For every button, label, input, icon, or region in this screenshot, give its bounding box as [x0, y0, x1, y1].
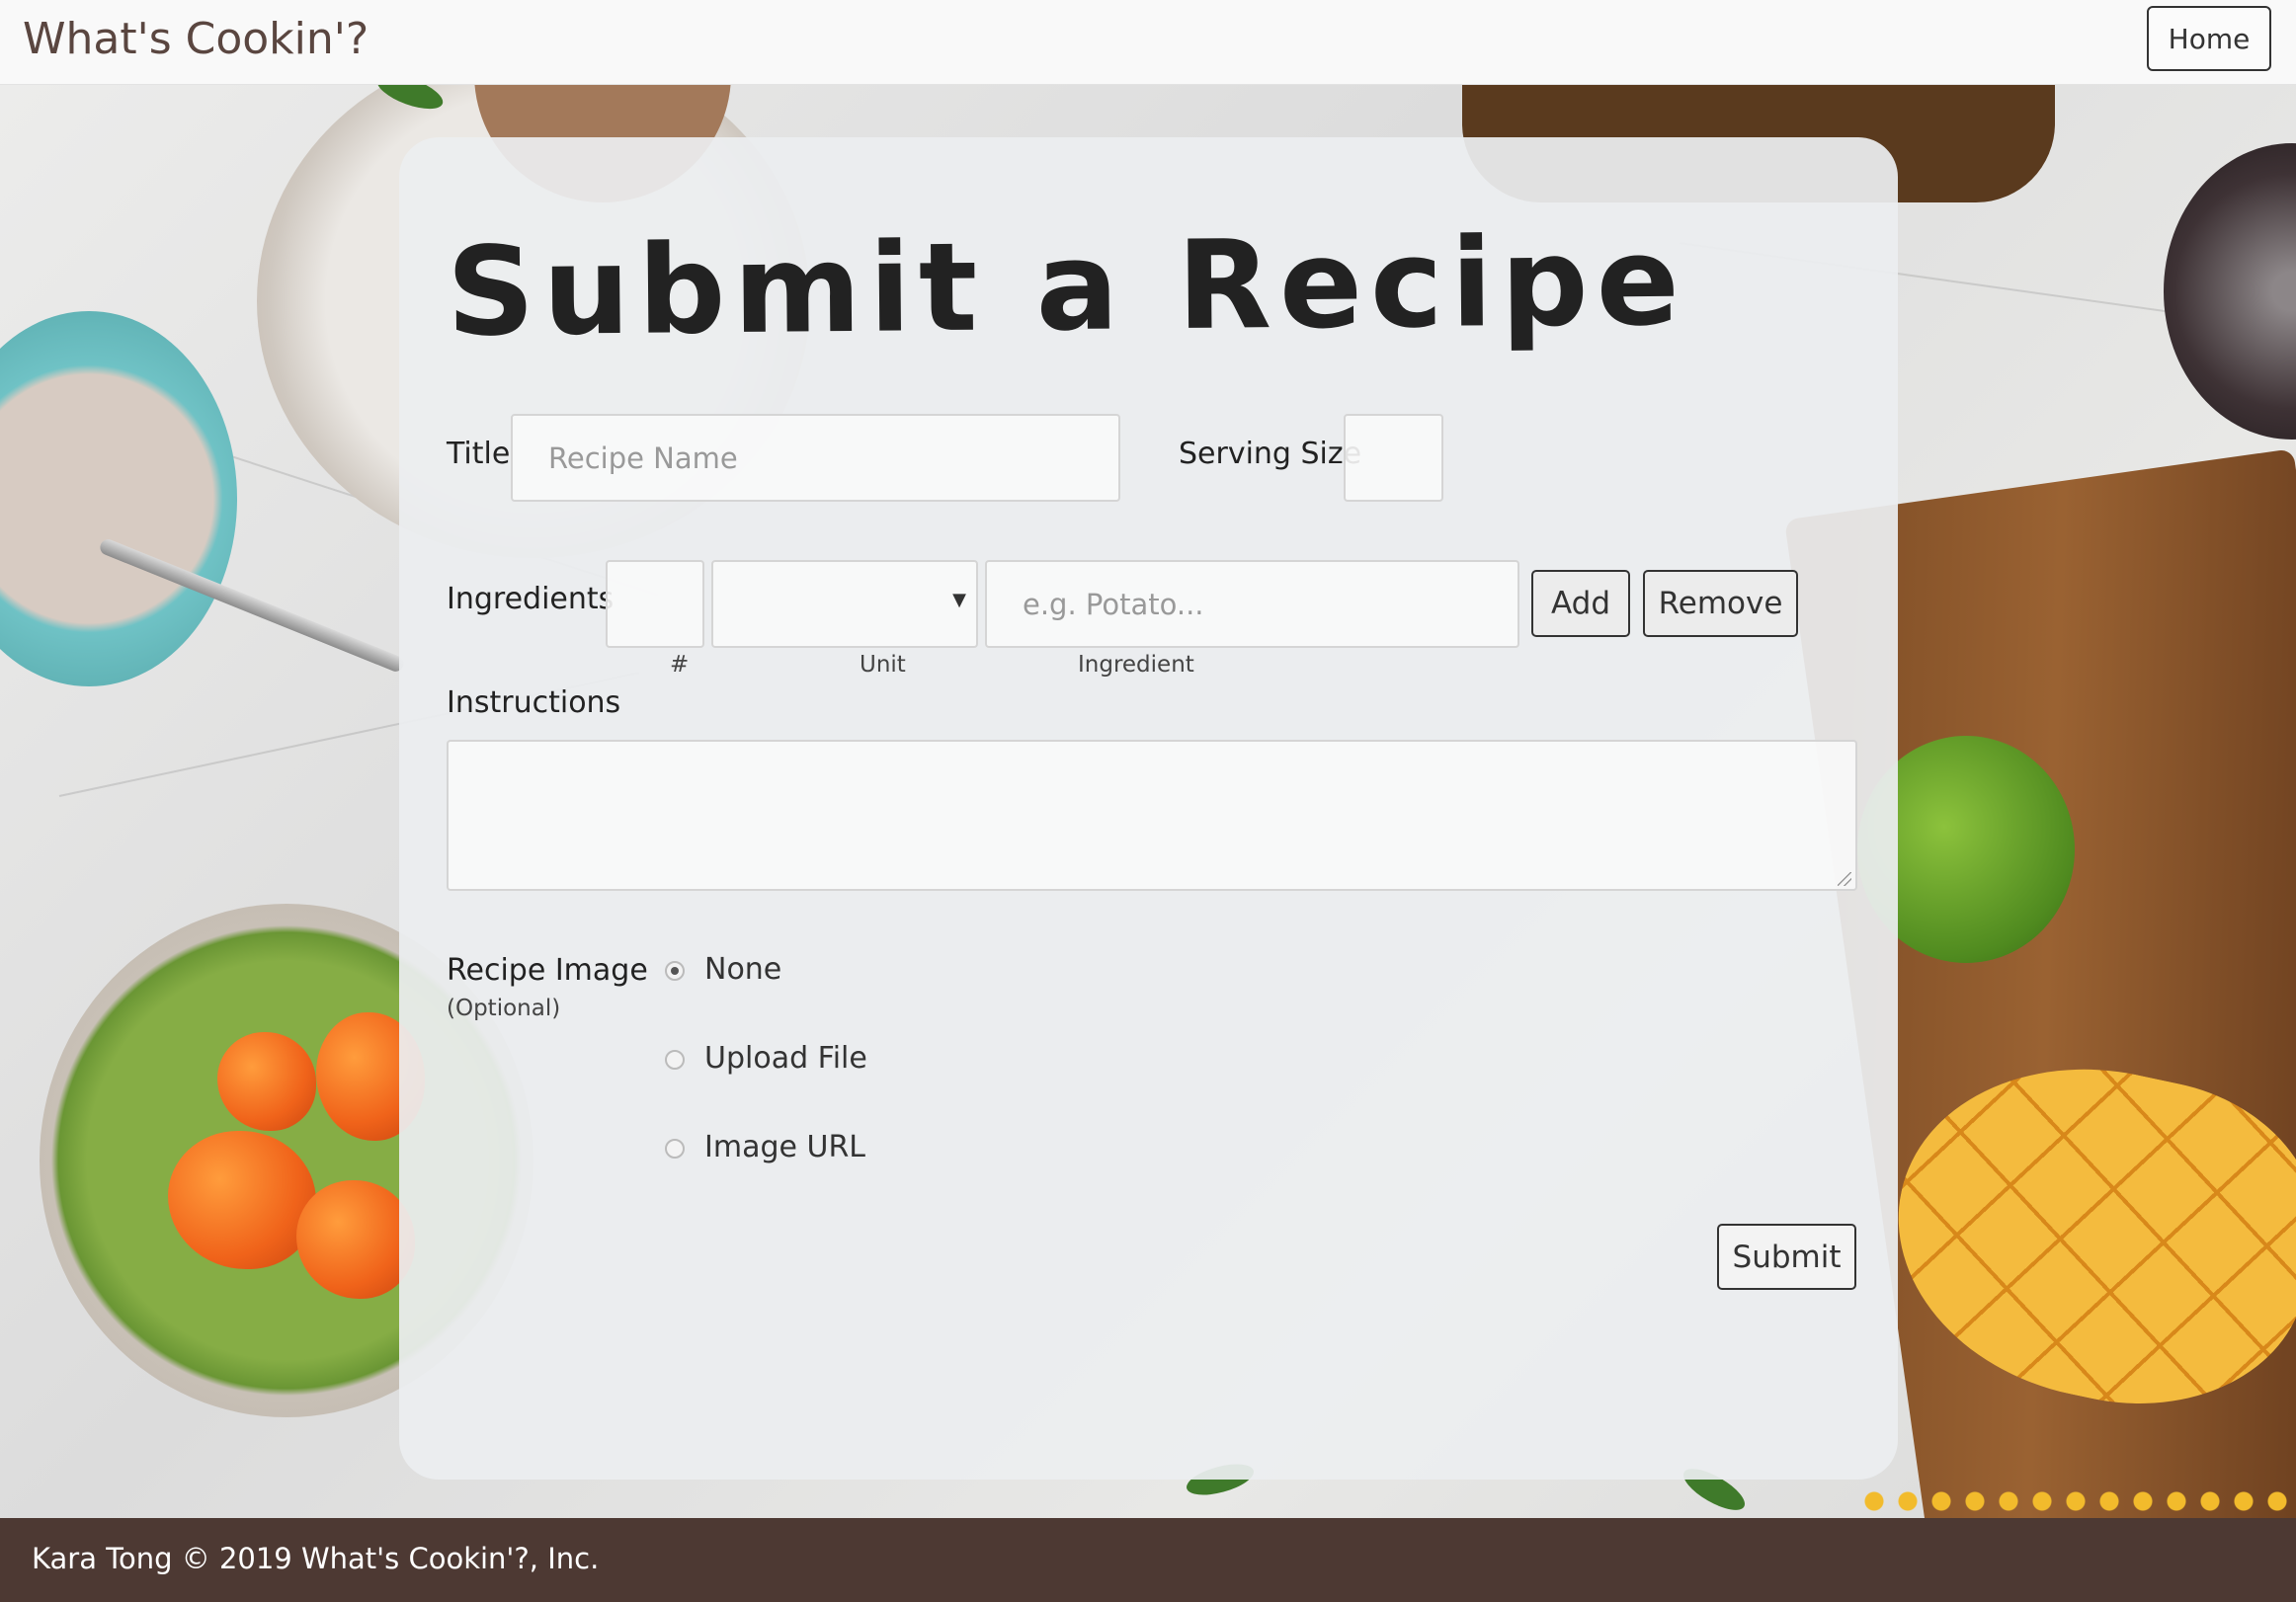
recipe-form-card: Submit a Recipe Title Recipe Name Servin…	[399, 137, 1898, 1480]
radio-image-none-label[interactable]: None	[704, 952, 781, 987]
recipe-image-optional-note: (Optional)	[447, 996, 561, 1021]
dropdown-caret-icon: ▼	[952, 590, 966, 610]
brand-logo-text[interactable]: What's Cookin'?	[23, 14, 369, 64]
footer: Kara Tong © 2019 What's Cookin'?, Inc.	[0, 1518, 2296, 1602]
home-button[interactable]: Home	[2147, 6, 2271, 71]
title-label: Title	[447, 437, 511, 471]
ingredient-caption: Ingredient	[1078, 652, 1194, 678]
recipe-image-label: Recipe Image	[447, 953, 648, 988]
footer-copyright: Kara Tong © 2019 What's Cookin'?, Inc.	[32, 1542, 600, 1575]
add-ingredient-button[interactable]: Add	[1531, 570, 1630, 637]
radio-image-upload-label[interactable]: Upload File	[704, 1041, 867, 1076]
ingredient-name-input[interactable]: e.g. Potato...	[985, 560, 1519, 648]
remove-ingredient-button[interactable]: Remove	[1643, 570, 1798, 637]
instructions-label: Instructions	[447, 685, 621, 720]
page-title: Submit a Recipe	[446, 210, 1688, 364]
radio-image-upload[interactable]	[665, 1050, 685, 1070]
recipe-title-input[interactable]: Recipe Name	[511, 414, 1120, 502]
unit-select[interactable]: ▼	[711, 560, 978, 648]
radio-image-url[interactable]	[665, 1139, 685, 1159]
serving-size-label: Serving Size	[1179, 437, 1362, 471]
mango-cubes	[1857, 1486, 2292, 1518]
instructions-textarea[interactable]	[447, 740, 1857, 891]
ingredient-quantity-input[interactable]	[606, 560, 704, 648]
top-navbar: What's Cookin'? Home	[0, 0, 2296, 85]
serving-size-input[interactable]	[1344, 414, 1443, 502]
quantity-caption: #	[670, 652, 690, 678]
submit-button[interactable]: Submit	[1717, 1224, 1856, 1290]
unit-caption: Unit	[860, 652, 906, 678]
radio-image-url-label[interactable]: Image URL	[704, 1130, 865, 1164]
radio-image-none[interactable]	[665, 961, 685, 981]
ingredients-label: Ingredients	[447, 582, 615, 616]
resize-handle-icon[interactable]	[1838, 872, 1851, 886]
